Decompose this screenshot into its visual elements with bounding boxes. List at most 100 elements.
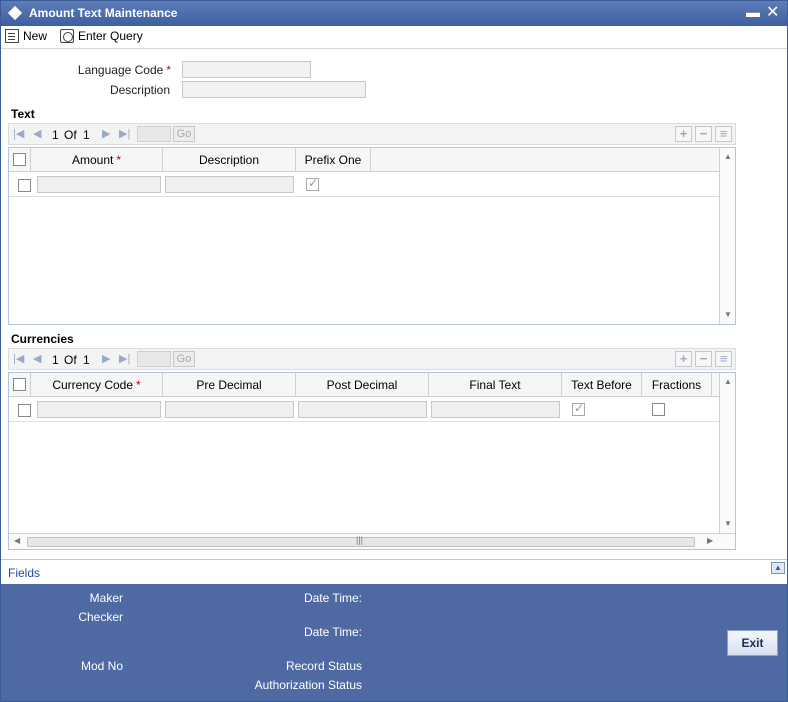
mod-no-label: Mod No xyxy=(80,659,123,673)
checker-date-time-label: Date Time: xyxy=(303,625,362,639)
language-code-label-text: Language Code xyxy=(77,63,164,77)
first-page-icon[interactable]: |◀ xyxy=(13,352,24,365)
single-view-icon[interactable]: ≡ xyxy=(715,351,732,367)
next-page-icon[interactable]: ▶ xyxy=(102,352,110,365)
row-select-checkbox[interactable] xyxy=(18,404,31,417)
title-bar: Amount Text Maintenance ▬ ✕ xyxy=(1,1,787,26)
delete-row-icon[interactable]: − xyxy=(695,126,712,142)
exit-button[interactable]: Exit xyxy=(727,630,778,656)
fields-link[interactable]: Fields xyxy=(8,566,40,580)
current-page: 1 xyxy=(52,353,59,367)
currencies-grid-header: Currency Code * Pre Decimal Post Decimal … xyxy=(9,373,719,397)
total-pages: 1 xyxy=(83,353,90,367)
toolbar: New Enter Query xyxy=(1,26,787,49)
description-cell-input[interactable] xyxy=(165,176,294,193)
header-text-before[interactable]: Text Before xyxy=(562,373,642,397)
minimize-icon[interactable]: ▬ xyxy=(746,4,760,20)
language-code-input[interactable] xyxy=(182,61,311,78)
fractions-checkbox[interactable] xyxy=(652,403,665,416)
new-icon xyxy=(5,29,19,43)
collapse-up-icon[interactable]: ▲ xyxy=(771,562,785,574)
page-number-input[interactable] xyxy=(137,351,171,367)
description-label: Description xyxy=(109,83,170,97)
required-marker: * xyxy=(116,153,122,167)
maker-date-time-label: Date Time: xyxy=(303,591,362,605)
close-icon[interactable]: ✕ xyxy=(766,2,779,22)
single-view-icon[interactable]: ≡ xyxy=(715,126,732,142)
language-code-label: Language Code * xyxy=(41,63,171,77)
scroll-left-icon[interactable]: ◀ xyxy=(14,536,20,545)
last-page-icon[interactable]: ▶| xyxy=(119,127,130,140)
prefix-one-checkbox[interactable] xyxy=(306,176,319,191)
header-pre-decimal[interactable]: Pre Decimal xyxy=(163,373,296,397)
checker-label: Checker xyxy=(78,610,123,624)
text-grid: Amount* Description Prefix One ▲ ▼ xyxy=(8,147,736,325)
authorization-status-label: Authorization Status xyxy=(254,678,362,692)
currencies-grid-horizontal-scrollbar[interactable]: ◀ ||| ▶ xyxy=(9,533,735,549)
final-text-cell-input[interactable] xyxy=(431,401,560,418)
select-all-checkbox[interactable] xyxy=(13,378,26,391)
scroll-grip-icon: ||| xyxy=(356,535,364,545)
table-row xyxy=(9,398,719,422)
select-all-checkbox[interactable] xyxy=(13,153,26,166)
previous-page-icon[interactable]: ◀ xyxy=(33,127,41,140)
text-grid-vertical-scrollbar[interactable]: ▲ ▼ xyxy=(719,148,735,324)
pre-decimal-cell-input[interactable] xyxy=(165,401,294,418)
go-button[interactable]: Go xyxy=(173,126,195,142)
page-number-input[interactable] xyxy=(137,126,171,142)
currencies-section-title: Currencies xyxy=(11,332,74,346)
scroll-up-icon[interactable]: ▲ xyxy=(724,377,732,386)
required-marker: * xyxy=(136,378,141,392)
record-status-label: Record Status xyxy=(285,659,362,673)
current-page: 1 xyxy=(52,128,59,142)
header-amount[interactable]: Amount * xyxy=(31,148,163,172)
delete-row-icon[interactable]: − xyxy=(695,351,712,367)
of-label: Of xyxy=(64,128,77,142)
window-title: Amount Text Maintenance xyxy=(29,6,178,20)
required-marker: * xyxy=(166,63,171,77)
currencies-nav-bar: |◀ ◀ 1 Of 1 ▶ ▶| Go + − ≡ xyxy=(8,348,736,370)
row-select-checkbox[interactable] xyxy=(18,179,31,192)
scroll-right-icon[interactable]: ▶ xyxy=(707,536,713,545)
total-pages: 1 xyxy=(83,128,90,142)
text-nav-bar: |◀ ◀ 1 Of 1 ▶ ▶| Go + − ≡ xyxy=(8,123,736,145)
scroll-down-icon[interactable]: ▼ xyxy=(724,310,732,319)
header-currency-code-label: Currency Code xyxy=(52,378,134,392)
currencies-grid: Currency Code * Pre Decimal Post Decimal … xyxy=(8,372,736,550)
add-row-icon[interactable]: + xyxy=(675,126,692,142)
header-post-decimal[interactable]: Post Decimal xyxy=(296,373,429,397)
scroll-up-icon[interactable]: ▲ xyxy=(724,152,732,161)
enter-query-label: Enter Query xyxy=(78,29,143,43)
go-button[interactable]: Go xyxy=(173,351,195,367)
header-prefix-one[interactable]: Prefix One xyxy=(296,148,371,172)
next-page-icon[interactable]: ▶ xyxy=(102,127,110,140)
header-description[interactable]: Description xyxy=(163,148,296,172)
audit-footer: Maker Checker Mod No Date Time: Date Tim… xyxy=(1,584,787,701)
maker-label: Maker xyxy=(89,591,123,605)
new-button[interactable]: New xyxy=(5,29,47,43)
post-decimal-cell-input[interactable] xyxy=(298,401,427,418)
header-amount-label: Amount xyxy=(71,153,114,167)
header-final-text[interactable]: Final Text xyxy=(429,373,562,397)
window-diamond-icon xyxy=(7,5,23,21)
currencies-grid-vertical-scrollbar[interactable]: ▲ ▼ xyxy=(719,373,735,533)
text-before-checkbox[interactable] xyxy=(572,401,585,416)
amount-cell-input[interactable] xyxy=(37,176,161,193)
scroll-down-icon[interactable]: ▼ xyxy=(724,519,732,528)
table-row xyxy=(9,173,719,197)
add-row-icon[interactable]: + xyxy=(675,351,692,367)
enter-query-button[interactable]: Enter Query xyxy=(60,29,143,43)
header-fractions[interactable]: Fractions xyxy=(642,373,712,397)
text-section-title: Text xyxy=(11,107,35,121)
previous-page-icon[interactable]: ◀ xyxy=(33,352,41,365)
header-currency-code[interactable]: Currency Code * xyxy=(31,373,163,397)
fields-bar: Fields ▲ xyxy=(1,559,787,584)
select-all-cell xyxy=(9,373,31,397)
new-label: New xyxy=(23,29,48,43)
amount-text-maintenance-window: Amount Text Maintenance ▬ ✕ New Enter Qu… xyxy=(0,0,788,702)
first-page-icon[interactable]: |◀ xyxy=(13,127,24,140)
currency-code-cell-input[interactable] xyxy=(37,401,161,418)
description-input[interactable] xyxy=(182,81,366,98)
last-page-icon[interactable]: ▶| xyxy=(119,352,130,365)
enter-query-icon xyxy=(60,29,74,43)
